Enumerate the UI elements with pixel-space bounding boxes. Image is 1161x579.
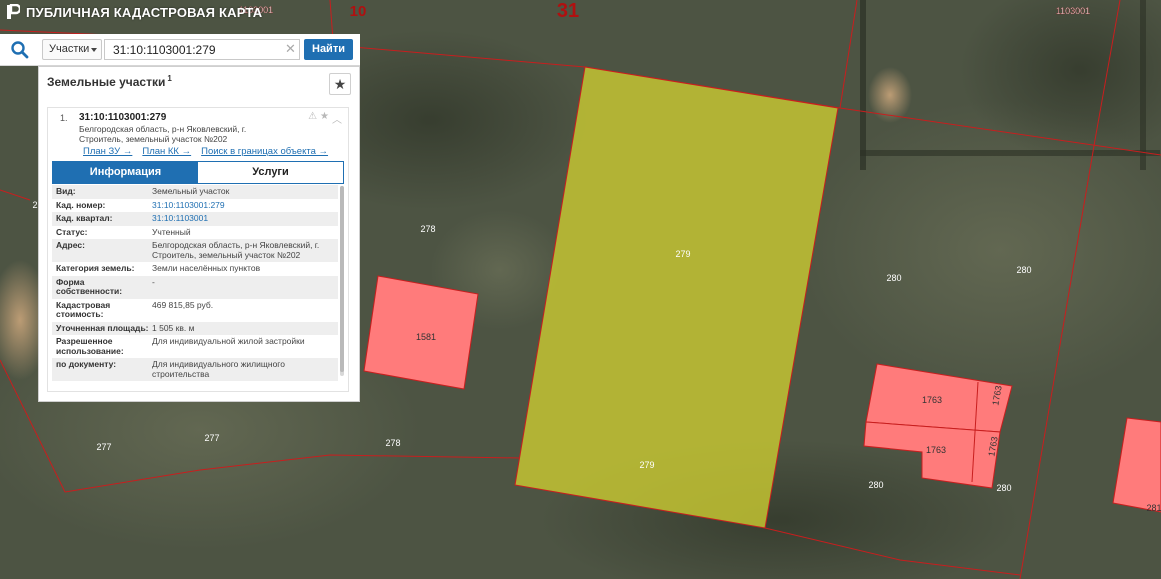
info-row: Кадастровая стоимость: 469 815,85 руб. bbox=[52, 299, 338, 322]
info-key: Адрес: bbox=[56, 240, 85, 250]
info-row: Вид: Земельный участок bbox=[52, 185, 338, 199]
search-type-select[interactable]: Участки bbox=[42, 39, 102, 60]
plan-kk-link[interactable]: План КК → bbox=[142, 146, 191, 157]
info-row: Адрес: Белгородская область, р-н Яковлевс… bbox=[52, 239, 338, 262]
tab-info[interactable]: Информация bbox=[53, 162, 198, 183]
parcel-label-1581: 1581 bbox=[416, 332, 436, 342]
info-value: Для индивидуальной жилой застройки bbox=[152, 336, 305, 346]
info-row: Кад. квартал: 31:10:1103001 bbox=[52, 212, 338, 226]
tab-services[interactable]: Услуги bbox=[198, 162, 343, 183]
info-value: Учтенный bbox=[152, 226, 191, 237]
search-input[interactable] bbox=[104, 39, 300, 60]
info-value: - bbox=[152, 276, 155, 287]
parcel-label-2: 2 bbox=[32, 200, 37, 210]
parcel-label-1763-a: 1763 bbox=[922, 395, 942, 405]
info-key: Форма собственности: bbox=[56, 276, 123, 296]
info-key: Статус: bbox=[56, 226, 88, 237]
card-links: План ЗУ → План КК → Поиск в границах объ… bbox=[83, 146, 328, 157]
result-count: 1 bbox=[167, 74, 172, 83]
result-address-line2: Строитель, земельный участок №202 bbox=[79, 134, 228, 144]
favorite-star-button[interactable]: ★ bbox=[329, 73, 351, 95]
panel-title: Земельные участки 1 bbox=[47, 74, 172, 89]
info-value: Белгородская область, р-н Яковлевский, г… bbox=[152, 240, 320, 260]
parcel-label-277-a: 277 bbox=[96, 442, 111, 452]
parcel-label-280-d: 280 bbox=[996, 483, 1011, 493]
app-header: ПУБЛИЧНАЯ КАДАСТРОВАЯ КАРТА bbox=[6, 4, 262, 20]
district-number-10: 10 bbox=[350, 3, 367, 20]
quarter-label-right: 1103001 bbox=[1056, 6, 1090, 16]
info-key: по документу: bbox=[56, 359, 117, 369]
chevron-down-icon bbox=[91, 48, 97, 52]
find-button[interactable]: Найти bbox=[304, 39, 353, 60]
card-actions: ⚠ ★ ︿ bbox=[308, 111, 342, 126]
info-key: Кад. квартал: bbox=[56, 213, 113, 223]
info-key: Категория земель: bbox=[56, 263, 135, 273]
info-value[interactable]: 31:10:1103001:279 bbox=[152, 200, 338, 211]
search-in-bounds-link[interactable]: Поиск в границах объекта → bbox=[201, 146, 328, 157]
panel-title-text: Земельные участки bbox=[47, 75, 166, 89]
results-panel: Земельные участки 1 ★ 1. 31:10:1103001:27… bbox=[38, 66, 360, 402]
parcel-label-280-b: 280 bbox=[1016, 265, 1031, 275]
info-value[interactable]: 31:10:1103001 bbox=[152, 213, 338, 224]
info-key: Кад. номер: bbox=[56, 199, 106, 210]
parcel-label-279-top: 279 bbox=[675, 249, 690, 259]
result-card: 1. 31:10:1103001:279 Белгородская област… bbox=[47, 107, 349, 392]
app-title: ПУБЛИЧНАЯ КАДАСТРОВАЯ КАРТА bbox=[26, 4, 263, 20]
result-cad-number[interactable]: 31:10:1103001:279 bbox=[79, 112, 166, 123]
info-value: 469 815,85 руб. bbox=[152, 299, 214, 310]
search-icon[interactable] bbox=[9, 40, 31, 60]
plan-zu-link[interactable]: План ЗУ → bbox=[83, 146, 132, 157]
info-scrollbar[interactable] bbox=[340, 186, 344, 376]
parcel-label-279-bottom: 279 bbox=[639, 460, 654, 470]
info-row: Уточненная площадь: 1 505 кв. м bbox=[52, 321, 338, 335]
parcel-label-277-b: 277 bbox=[204, 433, 219, 443]
info-table: Вид: Земельный участок Кад. номер: 31:10:11… bbox=[52, 185, 338, 381]
info-key: Уточненная площадь: bbox=[56, 322, 149, 333]
clear-icon[interactable]: ✕ bbox=[285, 42, 296, 55]
region-number-31: 31 bbox=[557, 0, 579, 22]
star-icon[interactable]: ★ bbox=[320, 111, 329, 126]
info-scrollbar-thumb[interactable] bbox=[340, 186, 344, 372]
info-value: Земли населённых пунктов bbox=[152, 263, 261, 273]
parcel-label-278-a: 278 bbox=[420, 224, 435, 234]
result-address-line1: Белгородская область, р-н Яковлевский, г… bbox=[79, 124, 247, 134]
search-bar: Участки ✕ Найти bbox=[0, 34, 360, 66]
parcel-label-280-c: 280 bbox=[868, 480, 883, 490]
info-value: 1 505 кв. м bbox=[152, 322, 195, 333]
info-row: Разрешенное использование: Для индивидуал… bbox=[52, 335, 338, 358]
info-key: Вид: bbox=[56, 186, 76, 196]
info-key: Разрешенное использование: bbox=[56, 336, 124, 356]
info-row: Кад. номер: 31:10:1103001:279 bbox=[52, 199, 338, 213]
info-row: по документу: Для индивидуального жилищно… bbox=[52, 358, 338, 381]
result-address: Белгородская область, р-н Яковлевский, г… bbox=[79, 124, 279, 144]
info-key: Кадастровая стоимость: bbox=[56, 299, 111, 319]
info-row: Форма собственности: - bbox=[52, 275, 338, 299]
info-value: Земельный участок bbox=[152, 186, 230, 196]
parcel-label-278-b: 278 bbox=[385, 438, 400, 448]
result-index: 1. bbox=[60, 113, 68, 123]
search-type-label: Участки bbox=[49, 43, 90, 55]
parcel-label-1763-b: 1763 bbox=[926, 445, 946, 455]
info-row: Категория земель: Земли населённых пункто… bbox=[52, 262, 338, 276]
parcel-label-281: 281 bbox=[1146, 503, 1161, 513]
info-value: Для индивидуального жилищного строительс… bbox=[152, 359, 285, 379]
warning-icon[interactable]: ⚠ bbox=[308, 111, 317, 126]
result-tabs: Информация Услуги bbox=[52, 161, 344, 184]
pkk-logo-icon bbox=[7, 4, 20, 19]
info-row: Статус: Учтенный bbox=[52, 226, 338, 240]
chevron-up-icon[interactable]: ︿ bbox=[332, 111, 342, 126]
parcel-label-280-a: 280 bbox=[886, 273, 901, 283]
